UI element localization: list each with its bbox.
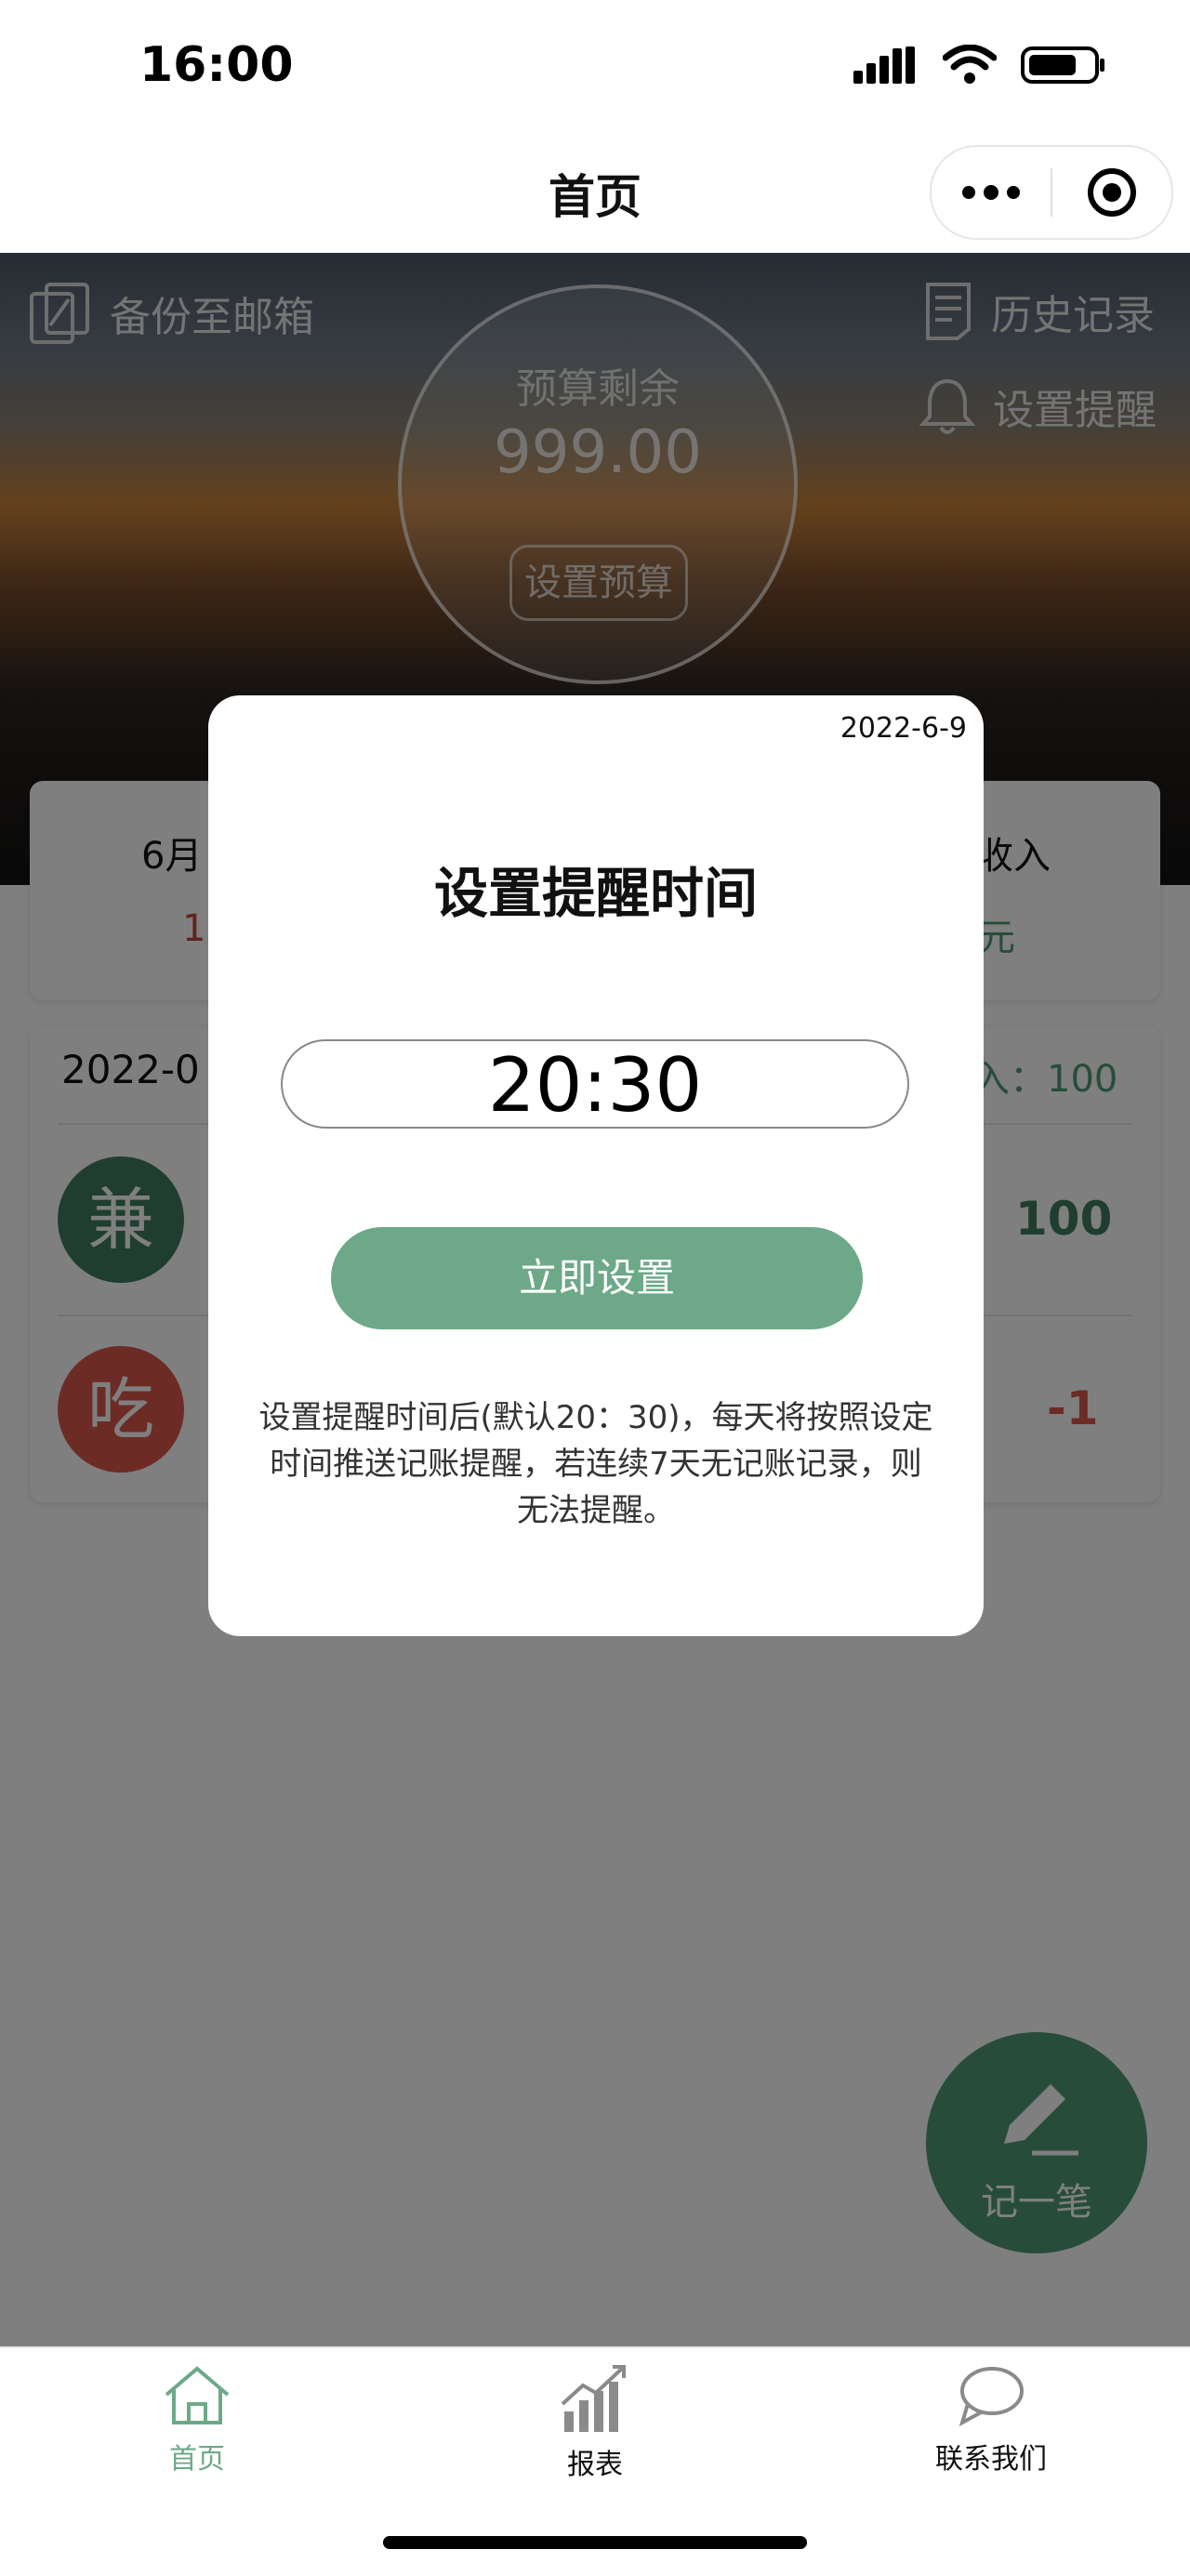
time-picker-input[interactable]: 20:30	[281, 1039, 909, 1129]
tab-label: 联系我们	[935, 2443, 1047, 2476]
home-icon	[165, 2366, 230, 2424]
set-now-button[interactable]: 立即设置	[331, 1227, 863, 1329]
tab-contact[interactable]: 联系我们	[870, 2363, 1112, 2477]
status-time: 16:00	[139, 37, 294, 93]
home-indicator	[383, 2536, 807, 2549]
mini-program-capsule	[930, 145, 1173, 240]
signal-icon	[853, 46, 915, 84]
dialog-description: 设置提醒时间后(默认20：30)，每天将按照设定时间推送记账提醒，若连续7天无记…	[258, 1399, 933, 1529]
close-miniprogram-button[interactable]	[1052, 166, 1171, 218]
dialog-title: 设置提醒时间	[433, 862, 758, 925]
reminder-time-dialog: 2022-6-9 设置提醒时间 20:30 立即设置 设置提醒时间后(默认20：…	[208, 695, 984, 1636]
more-button[interactable]	[932, 185, 1051, 200]
chart-icon	[561, 2365, 626, 2432]
status-icons	[853, 45, 1106, 86]
more-icon	[962, 185, 1020, 200]
wifi-icon	[943, 45, 997, 84]
tab-label: 报表	[567, 2449, 623, 2481]
tab-report[interactable]: 报表	[474, 2363, 716, 2482]
tab-label: 首页	[169, 2443, 225, 2476]
tab-home[interactable]: 首页	[76, 2363, 318, 2477]
target-icon	[1088, 168, 1136, 217]
battery-icon	[1021, 46, 1104, 84]
dialog-date: 2022-6-9	[840, 712, 967, 745]
chat-bubble-icon	[959, 2367, 1024, 2427]
